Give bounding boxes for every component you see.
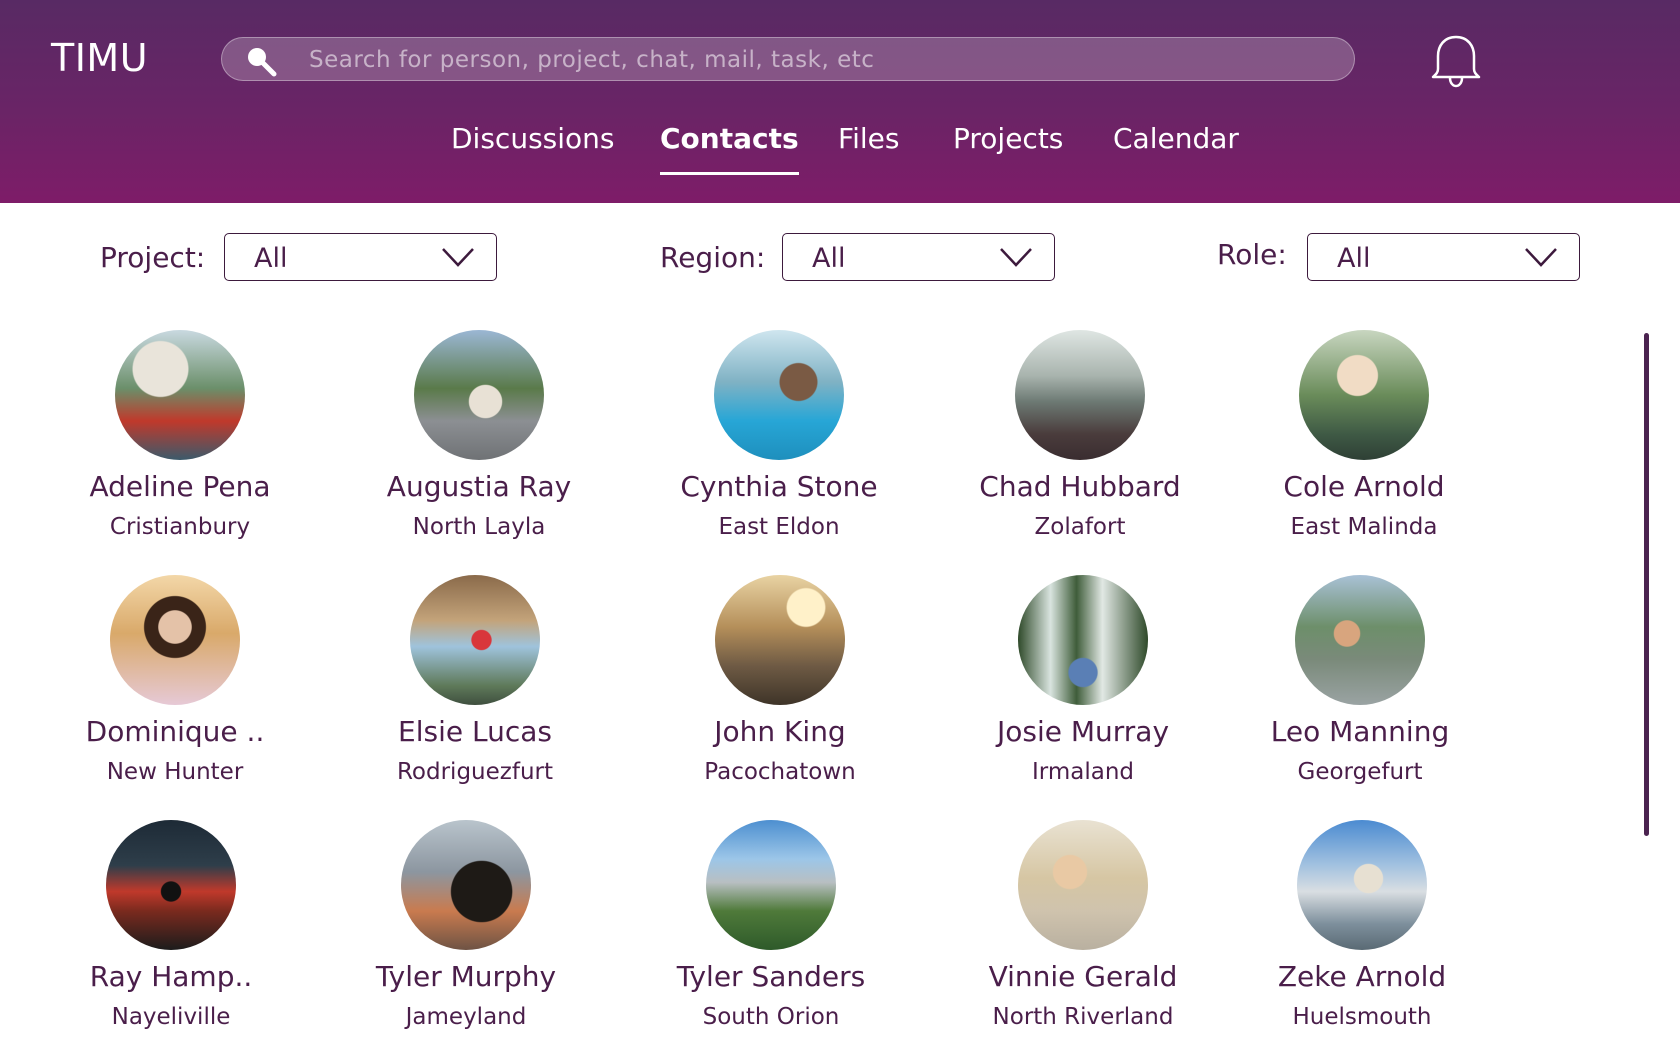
contact-city: Nayeliville (111, 1004, 231, 1030)
avatar (115, 330, 245, 460)
avatar (414, 330, 544, 460)
avatar (1018, 575, 1148, 705)
avatar (410, 575, 540, 705)
contact-name: Tyler Sanders (676, 960, 866, 993)
contact-city: North Layla (412, 514, 546, 540)
avatar (1018, 820, 1148, 950)
contact-name: Chad Hubbard (979, 470, 1181, 503)
contact-name: Adeline Pena (89, 470, 271, 503)
contact-city: North Riverland (992, 1004, 1174, 1030)
avatar (1015, 330, 1145, 460)
contact-card[interactable]: Tyler Murphy Jameyland (316, 820, 616, 1060)
avatar (1297, 820, 1427, 950)
avatar (1299, 330, 1429, 460)
contact-card[interactable]: Josie Murray Irmaland (933, 575, 1233, 815)
contact-city: Irmaland (1032, 759, 1134, 785)
contact-name: Leo Manning (1270, 715, 1450, 748)
contact-city: Georgefurt (1297, 759, 1423, 785)
contact-card[interactable]: Ray Hamp.. Nayeliville (21, 820, 321, 1060)
contact-card[interactable]: Dominique .. New Hunter (25, 575, 325, 815)
avatar (714, 330, 844, 460)
contact-name: Cynthia Stone (680, 470, 878, 503)
contact-city: Rodriguezfurt (396, 759, 553, 785)
contact-card[interactable]: Cynthia Stone East Eldon (629, 330, 929, 570)
contact-city: Jameyland (405, 1004, 527, 1030)
contact-card[interactable]: Zeke Arnold Huelsmouth (1212, 820, 1512, 1060)
contact-card[interactable]: John King Pacochatown (630, 575, 930, 815)
avatar (706, 820, 836, 950)
contact-name: Ray Hamp.. (89, 960, 253, 993)
contact-name: Zeke Arnold (1277, 960, 1447, 993)
contact-card[interactable]: Cole Arnold East Malinda (1214, 330, 1514, 570)
contact-name: Josie Murray (996, 715, 1170, 748)
scrollbar[interactable] (1644, 333, 1649, 836)
contact-name: Elsie Lucas (398, 715, 552, 748)
contact-city: New Hunter (106, 759, 244, 785)
avatar (715, 575, 845, 705)
contact-card[interactable]: Elsie Lucas Rodriguezfurt (325, 575, 625, 815)
contact-city: Huelsmouth (1292, 1004, 1432, 1030)
contact-city: Pacochatown (704, 759, 856, 785)
contact-city: South Orion (702, 1004, 840, 1030)
contact-card[interactable]: Leo Manning Georgefurt (1210, 575, 1510, 815)
contacts-grid: Adeline Pena Cristianbury Augustia Ray N… (0, 0, 1680, 1050)
contact-name: John King (714, 715, 846, 748)
contact-name: Vinnie Gerald (988, 960, 1178, 993)
contact-card[interactable]: Tyler Sanders South Orion (621, 820, 921, 1060)
avatar (106, 820, 236, 950)
contact-card[interactable]: Augustia Ray North Layla (329, 330, 629, 570)
contact-card[interactable]: Chad Hubbard Zolafort (930, 330, 1230, 570)
contact-name: Dominique .. (85, 715, 265, 748)
contact-card[interactable]: Vinnie Gerald North Riverland (933, 820, 1233, 1060)
contact-name: Cole Arnold (1283, 470, 1445, 503)
avatar (110, 575, 240, 705)
contact-name: Augustia Ray (386, 470, 572, 503)
contact-name: Tyler Murphy (375, 960, 557, 993)
avatar (1295, 575, 1425, 705)
contact-city: Cristianbury (109, 514, 251, 540)
contact-city: East Eldon (718, 514, 840, 540)
contact-city: East Malinda (1290, 514, 1438, 540)
contact-card[interactable]: Adeline Pena Cristianbury (30, 330, 330, 570)
avatar (401, 820, 531, 950)
contact-city: Zolafort (1034, 514, 1126, 540)
